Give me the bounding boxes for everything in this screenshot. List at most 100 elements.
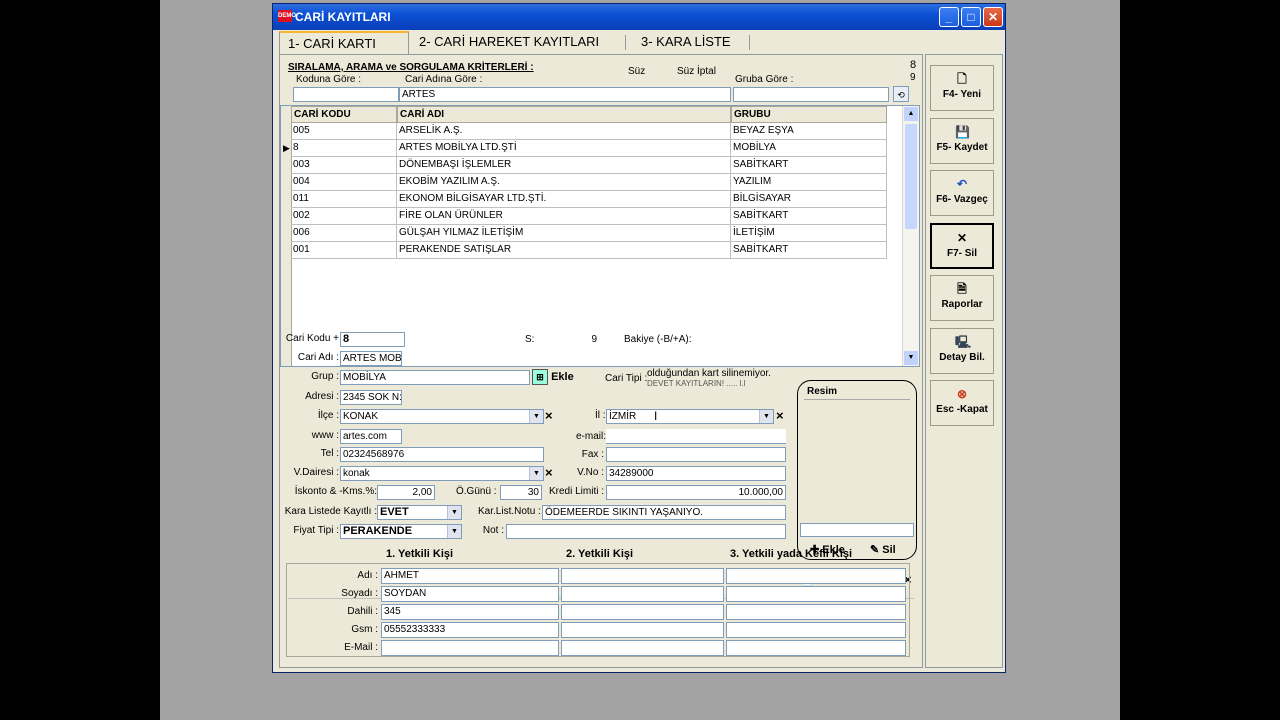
contact-2-field[interactable] bbox=[561, 604, 724, 620]
grid-cell[interactable]: SABİTKART bbox=[731, 157, 887, 174]
grid-cell[interactable]: PERAKENDE SATIŞLAR bbox=[397, 242, 731, 259]
contact-field-label: Gsm : bbox=[351, 624, 378, 635]
karnot-input[interactable]: ÖDEMEERDE SIKINTI YAŞANIYO. bbox=[542, 505, 786, 520]
search-group-input[interactable] bbox=[733, 87, 889, 102]
kredi-input[interactable]: 10.000,00 bbox=[606, 485, 786, 500]
grid-scrollbar[interactable]: ▲ ▼ bbox=[902, 106, 919, 366]
grid-cell[interactable]: BİLGİSAYAR bbox=[731, 191, 887, 208]
scroll-up-icon[interactable]: ▲ bbox=[904, 107, 918, 121]
grid-cell[interactable]: 001 bbox=[291, 242, 397, 259]
email-input[interactable] bbox=[606, 429, 786, 444]
scroll-thumb[interactable] bbox=[905, 124, 917, 229]
grid-cell[interactable]: FİRE OLAN ÜRÜNLER bbox=[397, 208, 731, 225]
photo-delete-button[interactable]: ✎ Sil bbox=[870, 541, 896, 559]
grid-cell[interactable]: 005 bbox=[291, 123, 397, 140]
delete-x-icon: ✕ bbox=[956, 230, 968, 245]
ilce-select[interactable]: KONAK ▼ bbox=[340, 409, 544, 424]
photo-path-input[interactable] bbox=[800, 523, 914, 537]
clear-vdaire-icon[interactable]: × bbox=[545, 465, 553, 480]
contact-2-field[interactable] bbox=[561, 622, 724, 638]
iskonto-input[interactable]: 2,00 bbox=[377, 485, 435, 500]
grid-cell[interactable]: 011 bbox=[291, 191, 397, 208]
search-code-input[interactable] bbox=[293, 87, 399, 102]
grid-cell[interactable]: EKOBİM YAZILIM A.Ş. bbox=[397, 174, 731, 191]
side-button-f7-sil[interactable]: ✕ F7- Sil bbox=[930, 222, 994, 269]
dropdown-arrow-icon[interactable]: ▼ bbox=[447, 525, 461, 538]
www-input[interactable]: artes.com bbox=[340, 429, 402, 444]
side-button-f4-yeni[interactable]: 🗋 F4- Yeni bbox=[930, 65, 994, 111]
contact-3-field[interactable] bbox=[726, 604, 906, 620]
grid-cell[interactable]: GÜLŞAH YILMAZ İLETİŞİM bbox=[397, 225, 731, 242]
grid-cell[interactable]: 002 bbox=[291, 208, 397, 225]
maximize-button[interactable]: □ bbox=[961, 7, 981, 27]
grid-column-header[interactable]: GRUBU bbox=[731, 106, 887, 123]
not-input[interactable] bbox=[506, 524, 786, 539]
contact-2-field[interactable] bbox=[561, 568, 724, 584]
contact-3-field[interactable] bbox=[726, 622, 906, 638]
contact-3-field[interactable] bbox=[726, 568, 906, 584]
grid-cell[interactable]: 003 bbox=[291, 157, 397, 174]
kara-select[interactable]: EVET ▼ bbox=[377, 505, 462, 520]
dropdown-arrow-icon[interactable]: ▼ bbox=[529, 467, 543, 480]
clear-search-button[interactable]: ⟲ bbox=[893, 86, 909, 102]
grid-cell[interactable]: 006 bbox=[291, 225, 397, 242]
vno-input[interactable]: 34289000 bbox=[606, 466, 786, 481]
grid-cell[interactable]: MOBİLYA bbox=[731, 140, 887, 157]
cancel-filter-button[interactable]: Süz İptal bbox=[677, 66, 716, 77]
contact-3-field[interactable] bbox=[726, 640, 906, 656]
cari-kodu-input[interactable]: 8 bbox=[340, 332, 405, 347]
contact-2-field[interactable] bbox=[561, 586, 724, 602]
adres-input[interactable]: 2345 SOK N: bbox=[340, 390, 402, 405]
contact-1-field[interactable]: 05552333333 bbox=[381, 622, 559, 638]
minimize-button[interactable]: _ bbox=[939, 7, 959, 27]
grid-cell[interactable]: ARTES MOBİLYA LTD.ŞTİ bbox=[397, 140, 731, 157]
grid-column-header[interactable]: CARİ KODU bbox=[291, 106, 397, 123]
grup-input[interactable]: MOBİLYA bbox=[340, 370, 530, 385]
grid-cell[interactable]: ARSELİK A.Ş. bbox=[397, 123, 731, 140]
ogunu-input[interactable]: 30 bbox=[500, 485, 542, 500]
scroll-down-icon[interactable]: ▼ bbox=[904, 351, 918, 365]
contact-3-field[interactable] bbox=[726, 586, 906, 602]
close-button[interactable]: ✕ bbox=[983, 7, 1003, 27]
title-bar[interactable]: DEMO CARİ KAYITLARI _ □ ✕ bbox=[273, 4, 1005, 30]
grid-column-header[interactable]: CARİ ADI bbox=[397, 106, 731, 123]
grid-cell[interactable]: İLETİŞİM bbox=[731, 225, 887, 242]
grid-cell[interactable]: YAZILIM bbox=[731, 174, 887, 191]
side-button-raporlar[interactable]: 🗎 Raporlar bbox=[930, 275, 994, 321]
contact-1-field[interactable]: AHMET bbox=[381, 568, 559, 584]
filter-button[interactable]: Süz bbox=[628, 66, 645, 77]
dropdown-arrow-icon[interactable]: ▼ bbox=[447, 506, 461, 519]
grid-cell[interactable]: 8 bbox=[291, 140, 397, 157]
vdaire-select[interactable]: konak ▼ bbox=[340, 466, 544, 481]
clear-ilce-icon[interactable]: × bbox=[545, 408, 553, 423]
group-add-button[interactable]: ⊞ Ekle bbox=[532, 368, 574, 386]
grid-cell[interactable]: BEYAZ EŞYA bbox=[731, 123, 887, 140]
side-button-detay-bil[interactable]: 🖳 Detay Bil. bbox=[930, 327, 994, 374]
tel-input[interactable]: 02324568976 bbox=[340, 447, 544, 462]
side-button-f6-vazge[interactable]: ↶ F6- Vazgeç bbox=[930, 170, 994, 216]
contact-2-field[interactable] bbox=[561, 640, 724, 656]
side-button-f5-kaydet[interactable]: 💾 F5- Kaydet bbox=[930, 117, 994, 164]
contact-1-field[interactable]: SOYDAN bbox=[381, 586, 559, 602]
fiyat-select[interactable]: PERAKENDE ▼ bbox=[340, 524, 462, 539]
customer-grid[interactable]: CARİ KODU CARİ ADI GRUBU 005 ARSELİK A.Ş. BEY… bbox=[280, 105, 920, 367]
cari-adi-input[interactable]: ARTES MOB bbox=[340, 351, 402, 366]
grid-cell[interactable]: SABİTKART bbox=[731, 242, 887, 259]
tab-cari-hareket[interactable]: 2- CARİ HAREKET KAYITLARI bbox=[411, 31, 607, 52]
grid-cell[interactable]: EKONOM BİLGİSAYAR LTD.ŞTİ. bbox=[397, 191, 731, 208]
tab-kara-liste[interactable]: 3- KARA LİSTE bbox=[633, 31, 739, 52]
clear-il-icon[interactable]: × bbox=[776, 408, 784, 423]
il-select[interactable]: İZMİR ▼ bbox=[606, 409, 774, 424]
contact-1-field[interactable] bbox=[381, 640, 559, 656]
grid-cell[interactable]: SABİTKART bbox=[731, 208, 887, 225]
dropdown-arrow-icon[interactable]: ▼ bbox=[529, 410, 543, 423]
grid-cell[interactable]: DÖNEMBAŞI İŞLEMLER bbox=[397, 157, 731, 174]
side-button-esc-kapat[interactable]: ⊗ Esc -Kapat bbox=[930, 380, 994, 426]
dropdown-arrow-icon[interactable]: ▼ bbox=[759, 410, 773, 423]
tab-cari-karti[interactable]: 1- CARİ KARTI bbox=[279, 31, 409, 54]
cari-karti-panel: SIRALAMA, ARAMA ve SORGULAMA KRİTERLERİ … bbox=[279, 54, 923, 668]
contact-1-field[interactable]: 345 bbox=[381, 604, 559, 620]
fax-input[interactable] bbox=[606, 447, 786, 462]
search-name-input[interactable]: ARTES bbox=[399, 87, 731, 102]
grid-cell[interactable]: 004 bbox=[291, 174, 397, 191]
